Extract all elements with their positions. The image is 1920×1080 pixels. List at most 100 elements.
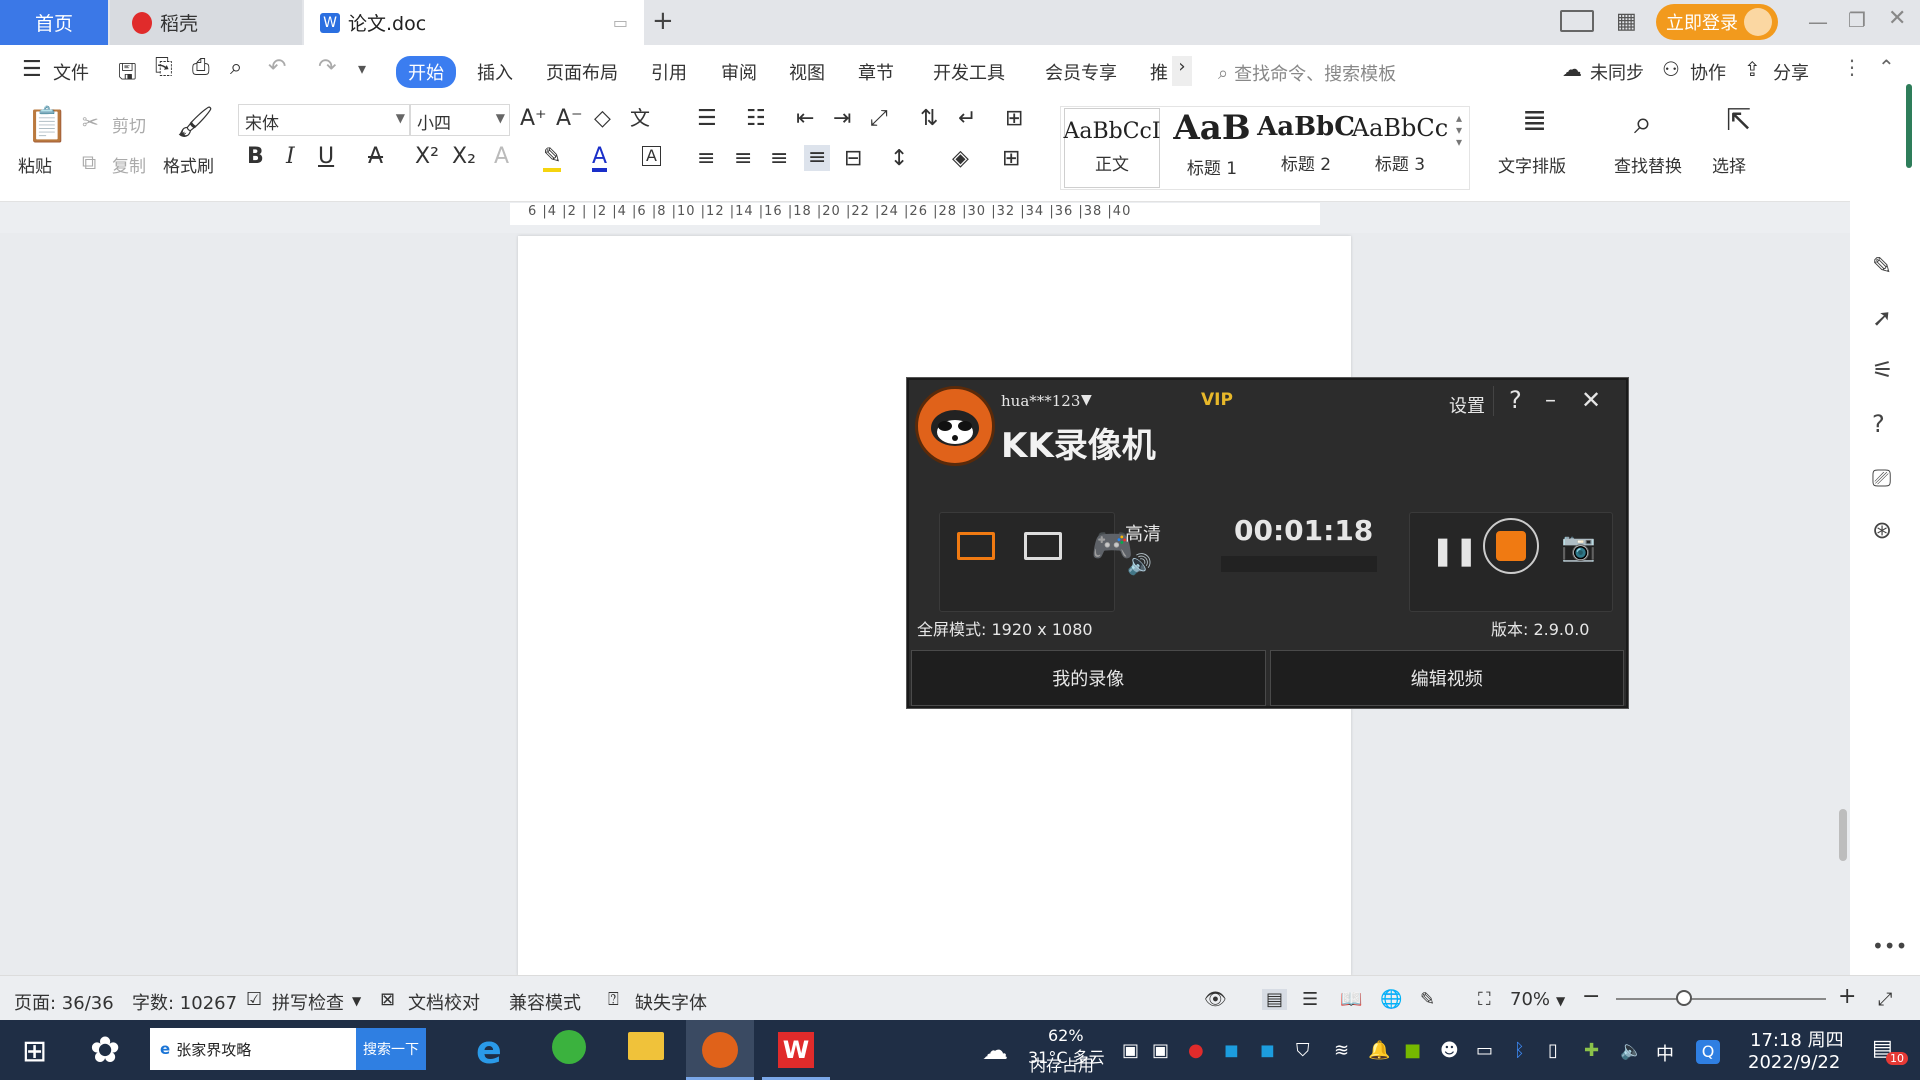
align-right-icon[interactable]: ≡	[770, 148, 788, 170]
share-icon[interactable]: ⇪	[1744, 57, 1761, 81]
restore-icon[interactable]: ❐	[1848, 8, 1866, 32]
proofread-icon[interactable]: ⊠	[380, 989, 395, 1010]
print-preview-icon[interactable]: ⌕	[230, 55, 242, 80]
tray-icon-3[interactable]: ●	[1188, 1040, 1204, 1061]
eye-protection-icon[interactable]: 👁	[1204, 989, 1227, 1010]
kk-help-button[interactable]: ?	[1509, 386, 1522, 414]
wifi-icon[interactable]: ≋	[1334, 1040, 1349, 1061]
green-browser-icon[interactable]	[552, 1030, 586, 1064]
wps-taskbar-button[interactable]: W	[762, 1020, 830, 1080]
proofread-button[interactable]: 文档校对	[408, 989, 480, 1015]
kk-close-icon[interactable]: ✕	[1581, 386, 1601, 414]
kk-taskbar-button[interactable]	[686, 1020, 754, 1080]
tab-home[interactable]: 首页	[0, 0, 108, 45]
page-view-icon[interactable]: ▤	[1262, 989, 1288, 1010]
tray-icon-1[interactable]: ▣	[1122, 1040, 1139, 1061]
line-spacing-icon[interactable]: ↕	[890, 148, 908, 170]
pointer-icon[interactable]: ➚	[1872, 304, 1892, 332]
bell-icon[interactable]: 🔔	[1368, 1040, 1390, 1061]
web-view-icon[interactable]: 🌐	[1380, 989, 1402, 1010]
increase-indent-icon[interactable]: ⇥	[833, 108, 851, 130]
italic-icon[interactable]: I	[286, 146, 295, 168]
text-direction-icon[interactable]: ⤢	[870, 108, 888, 130]
outline-view-icon[interactable]: ☰	[1302, 989, 1318, 1010]
undo-icon[interactable]: ↶	[268, 55, 286, 80]
sync-status[interactable]: 未同步	[1590, 59, 1644, 85]
windows-start-icon[interactable]: ⊞	[22, 1034, 47, 1069]
superscript-icon[interactable]: X²	[415, 146, 439, 168]
spell-check-icon[interactable]: ☑	[246, 989, 262, 1010]
copy-icon[interactable]: ⧉	[82, 150, 96, 174]
zoom-slider[interactable]	[1616, 990, 1826, 1006]
magnifier-icon[interactable]: ⌕	[1634, 106, 1652, 138]
qq-icon[interactable]: ☻	[1440, 1040, 1459, 1061]
layout-edit-icon[interactable]: ⎚	[1872, 464, 1891, 492]
tab-daoke[interactable]: 稻壳	[110, 0, 302, 45]
my-recordings-button[interactable]: 我的录像	[911, 650, 1266, 706]
tab-document[interactable]: W 论文.doc ▭	[304, 0, 644, 45]
sort-icon[interactable]: ⇅	[920, 108, 938, 130]
search-submit-button[interactable]: 搜索一下	[356, 1028, 426, 1070]
align-center-icon[interactable]: ≡	[734, 148, 752, 170]
menu-page-layout[interactable]: 页面布局	[546, 59, 618, 85]
new-tab-button[interactable]: +	[652, 6, 674, 36]
menu-member[interactable]: 会员专享	[1045, 59, 1117, 85]
font-grow-icon[interactable]: A⁺	[520, 108, 547, 130]
screen-icon[interactable]: ▭	[613, 13, 628, 32]
tray-icon-5[interactable]: ◼	[1260, 1040, 1275, 1061]
style-scroll-icon[interactable]: ▴ ▾ ▾	[1456, 112, 1462, 148]
pause-icon[interactable]: ❚❚	[1431, 534, 1478, 567]
menu-recommend[interactable]: 推	[1150, 59, 1168, 85]
write-mode-icon[interactable]: ✎	[1420, 989, 1435, 1010]
zoom-dropdown-icon[interactable]: ▼	[1556, 994, 1565, 1008]
font-size-select[interactable]: 小四 ▼	[410, 104, 510, 136]
shading-icon[interactable]: ◈	[952, 148, 969, 170]
fit-page-icon[interactable]: ⛶	[1478, 989, 1491, 1010]
compass-icon[interactable]: ⊛	[1872, 516, 1892, 544]
style-heading-2[interactable]: AaBbC 标题 2	[1257, 108, 1355, 188]
app-pinwheel-icon[interactable]: ✿	[90, 1030, 120, 1071]
clock-time[interactable]: 17:18 周四	[1750, 1026, 1844, 1052]
char-border-icon[interactable]: A	[642, 146, 661, 166]
export-icon[interactable]: ⎘	[155, 55, 173, 80]
kk-settings-button[interactable]: 设置	[1449, 392, 1485, 418]
menu-file[interactable]: 文件	[53, 59, 89, 85]
bold-icon[interactable]: B	[247, 146, 264, 168]
fullscreen-mode-icon[interactable]	[957, 532, 995, 560]
ie-browser-icon[interactable]: e	[476, 1028, 502, 1072]
shield-icon[interactable]: ⛉	[1296, 1040, 1310, 1061]
line-wrap-icon[interactable]: ↵	[958, 108, 976, 130]
menu-start[interactable]: 开始	[396, 56, 456, 88]
vertical-scrollbar[interactable]	[1836, 233, 1850, 975]
select-label[interactable]: 选择	[1712, 152, 1746, 177]
more-options-icon[interactable]: ⋮	[1842, 55, 1862, 79]
collapse-ribbon-icon[interactable]: ⌃	[1878, 55, 1895, 79]
ribbon-scrollbar-thumb[interactable]	[1906, 84, 1912, 168]
collab-button[interactable]: 协作	[1690, 59, 1726, 85]
phonetic-icon[interactable]: 文	[630, 108, 650, 128]
quick-access-dropdown-icon[interactable]: ▾	[358, 59, 366, 78]
more-dots-icon[interactable]: •••	[1872, 934, 1907, 958]
file-explorer-icon[interactable]	[628, 1032, 664, 1060]
menu-developer[interactable]: 开发工具	[933, 59, 1005, 85]
fullscreen-icon[interactable]: ⤢	[1878, 989, 1892, 1010]
search-q-icon[interactable]: Q	[1696, 1040, 1720, 1064]
font-shrink-icon[interactable]: A⁻	[556, 108, 583, 130]
region-mode-icon[interactable]	[1024, 532, 1062, 560]
nvidia-icon[interactable]: ■	[1404, 1040, 1421, 1061]
quality-label[interactable]: 高清	[1125, 520, 1161, 546]
style-heading-3[interactable]: AaBbCc 标题 3	[1352, 108, 1448, 188]
weather-cloud-icon[interactable]: ☁	[982, 1036, 1008, 1066]
ime-indicator[interactable]: 中	[1656, 1040, 1674, 1066]
stop-recording-button[interactable]	[1483, 518, 1539, 574]
font-name-select[interactable]: 宋体 ▼	[238, 104, 410, 136]
edit-video-button[interactable]: 编辑视频	[1269, 650, 1624, 706]
print-icon[interactable]: ⎙	[192, 55, 210, 80]
clock-date[interactable]: 2022/9/22	[1748, 1052, 1840, 1073]
collab-icon[interactable]: ⚇	[1662, 57, 1680, 81]
menu-view[interactable]: 视图	[789, 59, 825, 85]
text-effect-icon[interactable]: A	[494, 146, 509, 168]
save-icon[interactable]: 🖫	[118, 55, 137, 93]
vip-badge[interactable]: VIP	[1201, 390, 1233, 410]
apps-grid-icon[interactable]: ▦	[1616, 9, 1637, 34]
